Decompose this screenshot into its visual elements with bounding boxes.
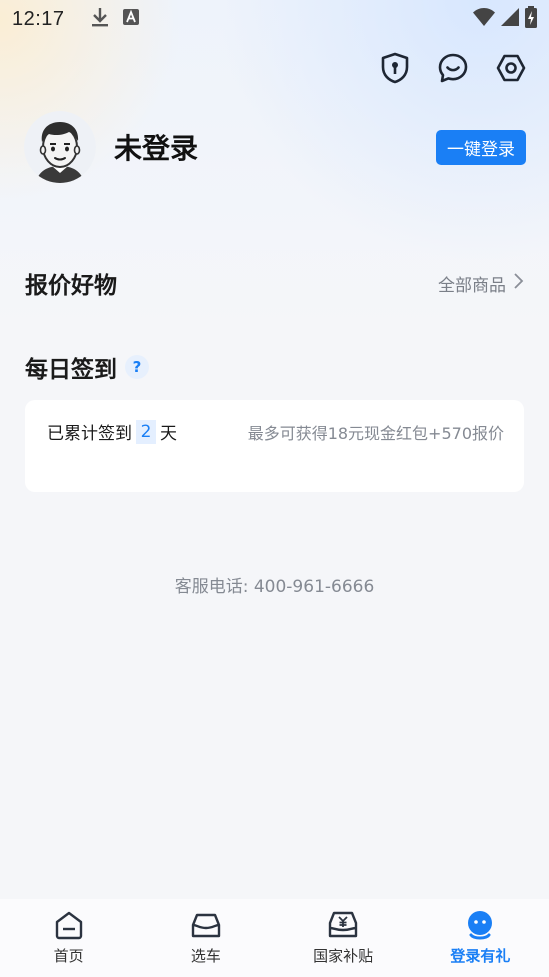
- sign-days-number: 2: [136, 419, 156, 444]
- one-click-login-button[interactable]: 一键登录: [436, 129, 526, 165]
- daily-sign-title: 每日签到: [25, 357, 117, 383]
- battery-charging-icon: [525, 5, 537, 33]
- tab-select-car[interactable]: 选车: [137, 899, 274, 977]
- wifi-icon: [473, 7, 495, 31]
- tab-home-label: 首页: [53, 947, 84, 965]
- see-all-goods-link[interactable]: 全部商品: [438, 271, 524, 296]
- see-all-label: 全部商品: [438, 275, 506, 296]
- goods-section-header: 报价好物 全部商品: [25, 266, 524, 300]
- bottom-tab-bar: 首页 选车 国家补贴 登录有礼: [0, 899, 549, 977]
- customer-service-hotline[interactable]: 客服电话: 400-961-6666: [0, 572, 549, 597]
- tab-national-subsidy[interactable]: 国家补贴: [275, 899, 412, 977]
- login-status-title[interactable]: 未登录: [114, 127, 198, 167]
- shield-lock-icon[interactable]: [379, 52, 411, 84]
- daily-sign-card[interactable]: 已累计签到 2 天 最多可获得18元现金红包+570报价: [25, 400, 524, 492]
- tab-login-gift-label: 登录有礼: [450, 947, 511, 965]
- chat-bubble-icon[interactable]: [437, 52, 469, 84]
- status-time: 12:17: [12, 7, 65, 30]
- signal-icon: [501, 7, 519, 31]
- keyboard-a-icon: [122, 8, 139, 30]
- settings-hexagon-icon[interactable]: [495, 52, 527, 84]
- avatar[interactable]: [24, 111, 96, 183]
- chevron-right-icon: [512, 272, 524, 295]
- goods-section-title: 报价好物: [25, 273, 117, 299]
- header-actions: [379, 52, 527, 84]
- tab-select-car-label: 选车: [190, 947, 221, 965]
- help-icon[interactable]: ?: [125, 355, 149, 379]
- status-bar: 12:17: [0, 0, 549, 38]
- face-icon: [463, 909, 497, 941]
- tab-login-gift[interactable]: 登录有礼: [412, 899, 549, 977]
- daily-sign-header: 每日签到 ?: [25, 350, 149, 384]
- profile-section: 未登录 一键登录: [24, 111, 526, 183]
- sign-days-prefix: 已累计签到: [47, 424, 132, 444]
- subsidy-car-icon: [326, 909, 360, 941]
- sign-days-suffix: 天: [160, 424, 177, 444]
- sign-days-count: 已累计签到 2 天: [47, 419, 177, 444]
- car-icon: [189, 909, 223, 941]
- sign-reward-text: 最多可获得18元现金红包+570报价: [247, 423, 504, 443]
- tab-national-subsidy-label: 国家补贴: [313, 947, 374, 965]
- home-icon: [52, 909, 86, 941]
- tab-home[interactable]: 首页: [0, 899, 137, 977]
- download-icon: [91, 7, 109, 32]
